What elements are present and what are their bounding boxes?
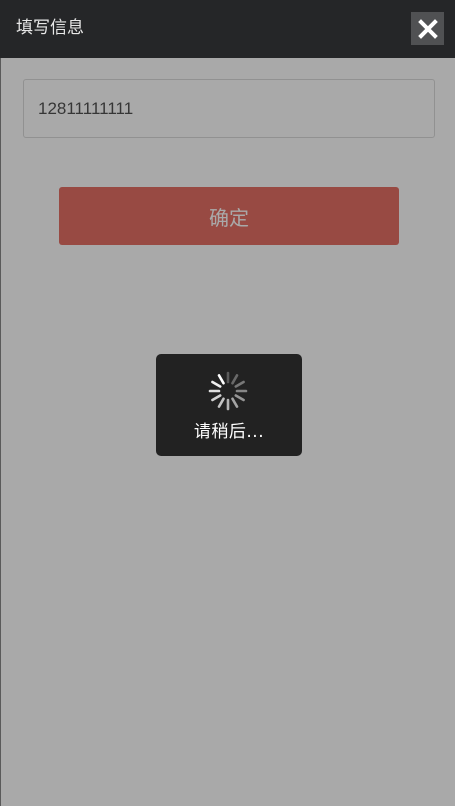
divider [0, 58, 1, 806]
spinner-spoke [217, 374, 225, 385]
spinner-spoke [217, 397, 225, 408]
header-bar: 填写信息 [0, 0, 455, 58]
spinner-spoke [211, 394, 222, 402]
spinner-spoke [234, 394, 245, 402]
spinner-spoke [231, 374, 239, 385]
close-icon [417, 18, 438, 39]
close-button[interactable] [411, 12, 444, 45]
page-title: 填写信息 [16, 18, 84, 38]
app-screen: 填写信息 确定 请稍后... [0, 0, 455, 806]
loading-text: 请稍后... [193, 422, 265, 442]
spinner-spoke [231, 397, 239, 408]
spinner-spoke [211, 380, 222, 388]
spinner-icon [208, 371, 248, 411]
loading-toast: 请稍后... [156, 354, 302, 456]
spinner-spoke [234, 380, 245, 388]
